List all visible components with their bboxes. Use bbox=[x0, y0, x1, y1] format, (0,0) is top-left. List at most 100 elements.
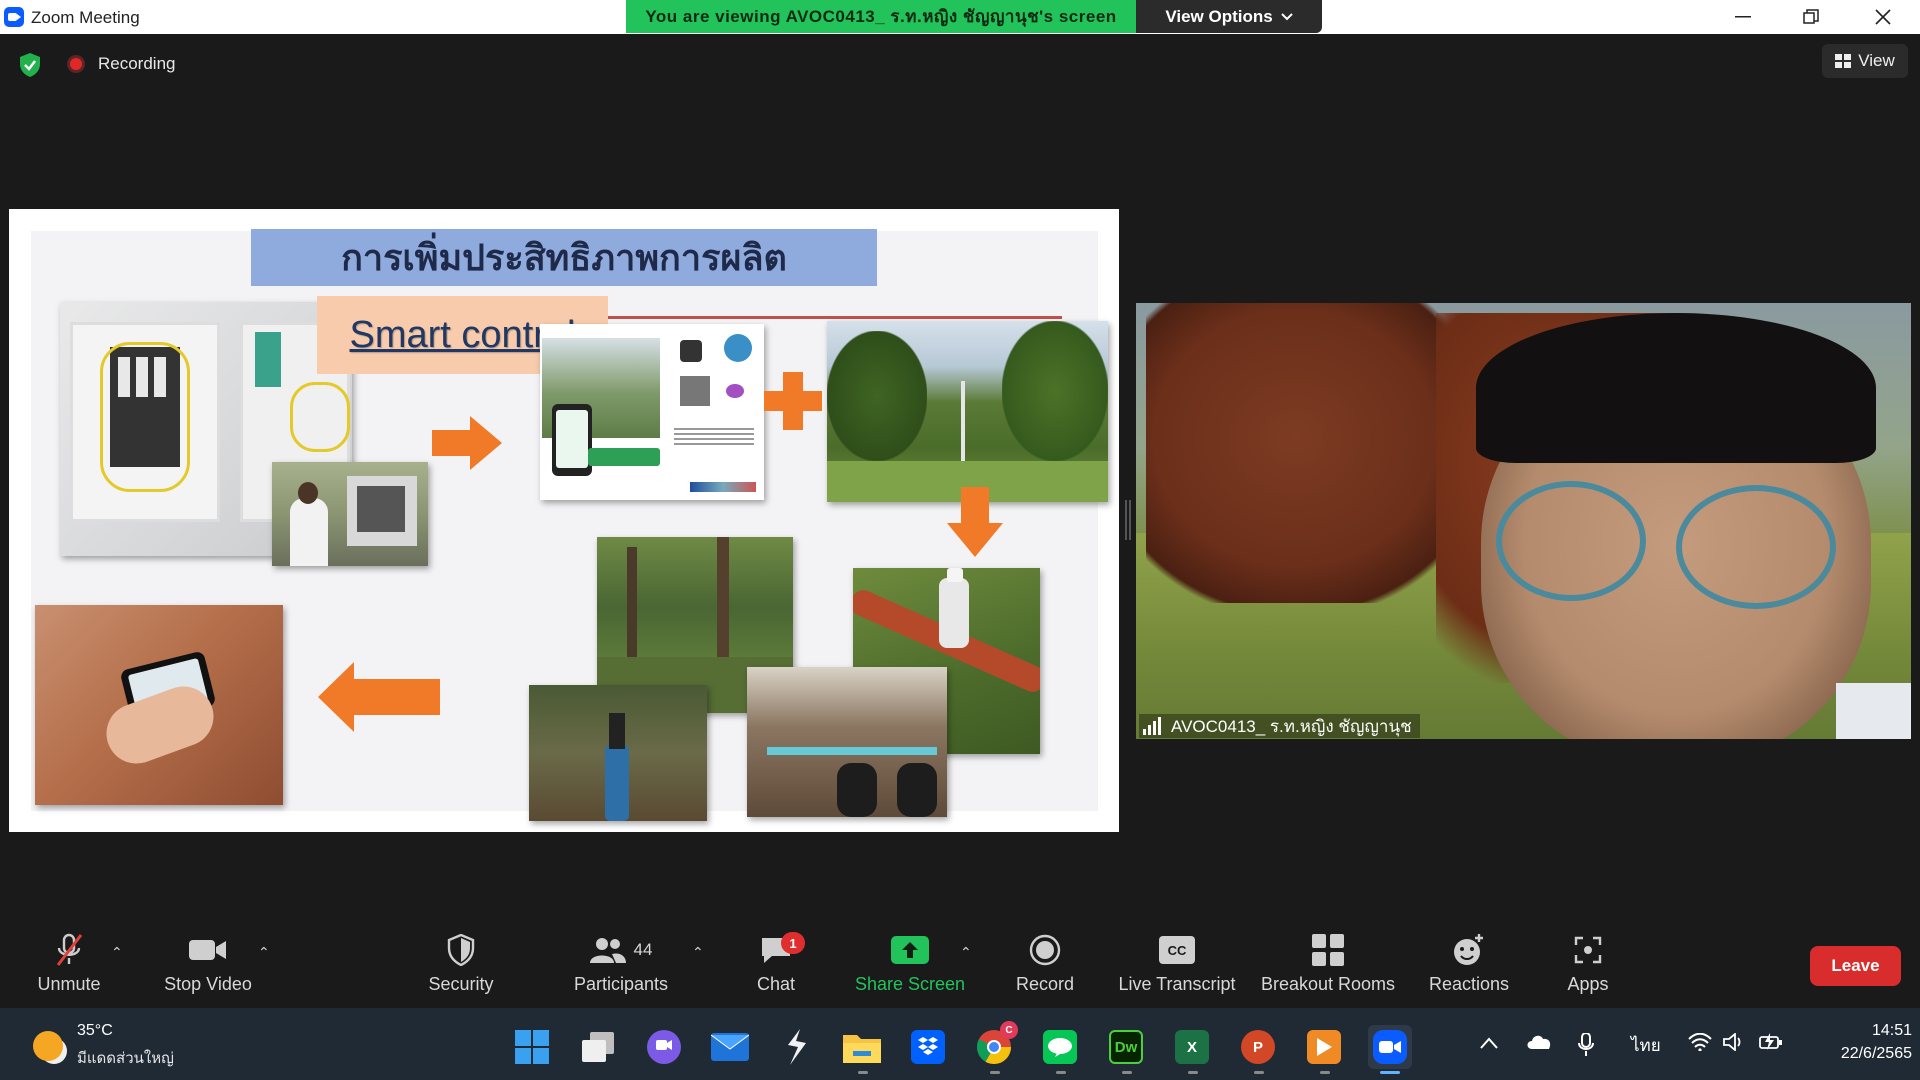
close-button[interactable] bbox=[1850, 0, 1916, 34]
zoom-active-indicator bbox=[1380, 1071, 1400, 1074]
video-camera-icon bbox=[189, 940, 226, 960]
task-view-button[interactable] bbox=[576, 1025, 620, 1069]
dreamweaver-button[interactable]: Dw bbox=[1104, 1025, 1148, 1069]
breakout-rooms-button[interactable]: Breakout Rooms bbox=[1258, 928, 1398, 1008]
excel-button[interactable]: X bbox=[1170, 1025, 1214, 1069]
trench-pipe-photo bbox=[747, 667, 947, 817]
zoom-taskbar-button[interactable] bbox=[1368, 1025, 1412, 1069]
recording-icon bbox=[67, 55, 85, 73]
record-button[interactable]: Record bbox=[1010, 928, 1080, 1008]
video-options-caret-icon[interactable]: ⌃ bbox=[258, 944, 270, 961]
slide-divider bbox=[600, 316, 1062, 319]
window-title: Zoom Meeting bbox=[31, 8, 140, 27]
reactions-label: Reactions bbox=[1428, 974, 1510, 994]
clock-time[interactable]: 14:51 bbox=[1856, 1022, 1912, 1040]
wifi-icon[interactable] bbox=[1688, 1032, 1712, 1056]
weather-partly-sunny-icon[interactable] bbox=[33, 1031, 63, 1061]
minimize-button[interactable] bbox=[1710, 0, 1776, 34]
chat-label: Chat bbox=[756, 974, 796, 994]
encryption-shield-icon[interactable] bbox=[18, 52, 42, 78]
arrow-left-icon bbox=[318, 662, 440, 732]
participants-options-caret-icon[interactable]: ⌃ bbox=[692, 944, 704, 961]
breakout-rooms-label: Breakout Rooms bbox=[1260, 974, 1396, 994]
view-options-label: View Options bbox=[1165, 6, 1273, 26]
file-explorer-icon bbox=[843, 1035, 881, 1063]
volume-icon[interactable] bbox=[1723, 1032, 1745, 1056]
microphone-muted-icon bbox=[56, 933, 83, 966]
winamp-button[interactable] bbox=[774, 1025, 818, 1069]
unmute-button[interactable]: Unmute bbox=[26, 928, 112, 1008]
unmute-label: Unmute bbox=[37, 974, 101, 994]
file-explorer-button[interactable] bbox=[840, 1025, 884, 1069]
mail-button[interactable] bbox=[708, 1025, 752, 1069]
share-screen-icon bbox=[891, 936, 929, 964]
presenter-collar bbox=[1836, 683, 1911, 739]
powerpoint-running-indicator bbox=[1254, 1071, 1264, 1074]
technician-photo bbox=[272, 462, 428, 566]
view-button[interactable]: View bbox=[1822, 44, 1908, 78]
task-view-icon bbox=[582, 1032, 614, 1062]
powerpoint-button[interactable]: P bbox=[1236, 1025, 1280, 1069]
share-screen-button[interactable]: Share Screen bbox=[852, 928, 968, 1008]
zoom-icon bbox=[1373, 1030, 1407, 1064]
leave-button[interactable]: Leave bbox=[1810, 946, 1901, 986]
glasses-left bbox=[1496, 481, 1646, 601]
presenter-hair bbox=[1476, 313, 1876, 463]
apps-label: Apps bbox=[1567, 974, 1609, 994]
restore-icon bbox=[1803, 9, 1819, 24]
recording-label[interactable]: Recording bbox=[98, 54, 176, 74]
line-button[interactable] bbox=[1038, 1025, 1082, 1069]
arrow-right-icon bbox=[432, 416, 502, 470]
orchard-photo bbox=[827, 321, 1108, 502]
weather-description[interactable]: มีแดดส่วนใหญ่ bbox=[77, 1046, 174, 1070]
security-button[interactable]: Security bbox=[420, 928, 502, 1008]
start-button[interactable] bbox=[510, 1025, 554, 1069]
participants-label: Participants bbox=[573, 974, 669, 994]
split-view-handle[interactable] bbox=[1125, 500, 1131, 540]
chrome-running-indicator bbox=[990, 1071, 1000, 1074]
share-screen-label: Share Screen bbox=[854, 974, 966, 994]
signal-strength-icon bbox=[1143, 717, 1161, 735]
chrome-button[interactable]: C bbox=[972, 1021, 1018, 1069]
stop-video-button[interactable]: Stop Video bbox=[156, 928, 260, 1008]
apps-icon bbox=[1574, 936, 1602, 964]
zoom-logo-icon bbox=[4, 7, 24, 27]
reactions-button[interactable]: Reactions bbox=[1424, 928, 1514, 1008]
record-icon bbox=[1029, 934, 1061, 966]
audio-options-caret-icon[interactable]: ⌃ bbox=[111, 944, 123, 961]
powerpoint-icon: P bbox=[1241, 1030, 1275, 1064]
microphone-tray-icon[interactable] bbox=[1578, 1032, 1594, 1062]
windows-start-icon bbox=[515, 1030, 549, 1064]
live-transcript-button[interactable]: CC Live Transcript bbox=[1113, 928, 1241, 1008]
mail-icon bbox=[711, 1033, 749, 1061]
media-player-button[interactable] bbox=[1302, 1025, 1346, 1069]
slide-title: การเพิ่มประสิทธิภาพการผลิต bbox=[251, 229, 877, 286]
dropbox-button[interactable] bbox=[906, 1025, 950, 1069]
participants-button[interactable]: 44 Participants bbox=[566, 928, 676, 1008]
chat-unread-badge: 1 bbox=[781, 932, 805, 954]
input-language[interactable]: ไทย bbox=[1631, 1032, 1661, 1059]
view-label: View bbox=[1858, 51, 1895, 70]
weather-temperature[interactable]: 35°C bbox=[77, 1022, 113, 1040]
view-options-button[interactable]: View Options bbox=[1136, 0, 1322, 33]
line-running-indicator bbox=[1056, 1071, 1066, 1074]
teams-chat-button[interactable] bbox=[642, 1025, 686, 1069]
stop-video-label: Stop Video bbox=[164, 974, 252, 994]
clock-date[interactable]: 22/6/2565 bbox=[1806, 1045, 1912, 1063]
participants-icon bbox=[589, 938, 626, 963]
security-shield-icon bbox=[447, 934, 475, 966]
participants-count: 44 bbox=[633, 940, 653, 959]
participant-name: AVOC0413_ ร.ท.หญิง ชัญญานุช bbox=[1171, 716, 1412, 736]
participant-video[interactable] bbox=[1136, 303, 1911, 739]
show-hidden-icons-chevron-icon[interactable] bbox=[1480, 1033, 1498, 1054]
teams-chat-icon bbox=[647, 1030, 681, 1064]
onedrive-cloud-icon[interactable] bbox=[1526, 1033, 1552, 1054]
arrow-down-icon bbox=[947, 487, 1003, 557]
grid-view-icon bbox=[1835, 54, 1852, 68]
media-player-running-indicator bbox=[1320, 1071, 1330, 1074]
restore-button[interactable] bbox=[1778, 0, 1844, 34]
closed-caption-icon: CC bbox=[1159, 936, 1195, 964]
share-options-caret-icon[interactable]: ⌃ bbox=[960, 944, 972, 961]
battery-charging-icon[interactable] bbox=[1759, 1033, 1783, 1056]
apps-button[interactable]: Apps bbox=[1560, 928, 1616, 1008]
